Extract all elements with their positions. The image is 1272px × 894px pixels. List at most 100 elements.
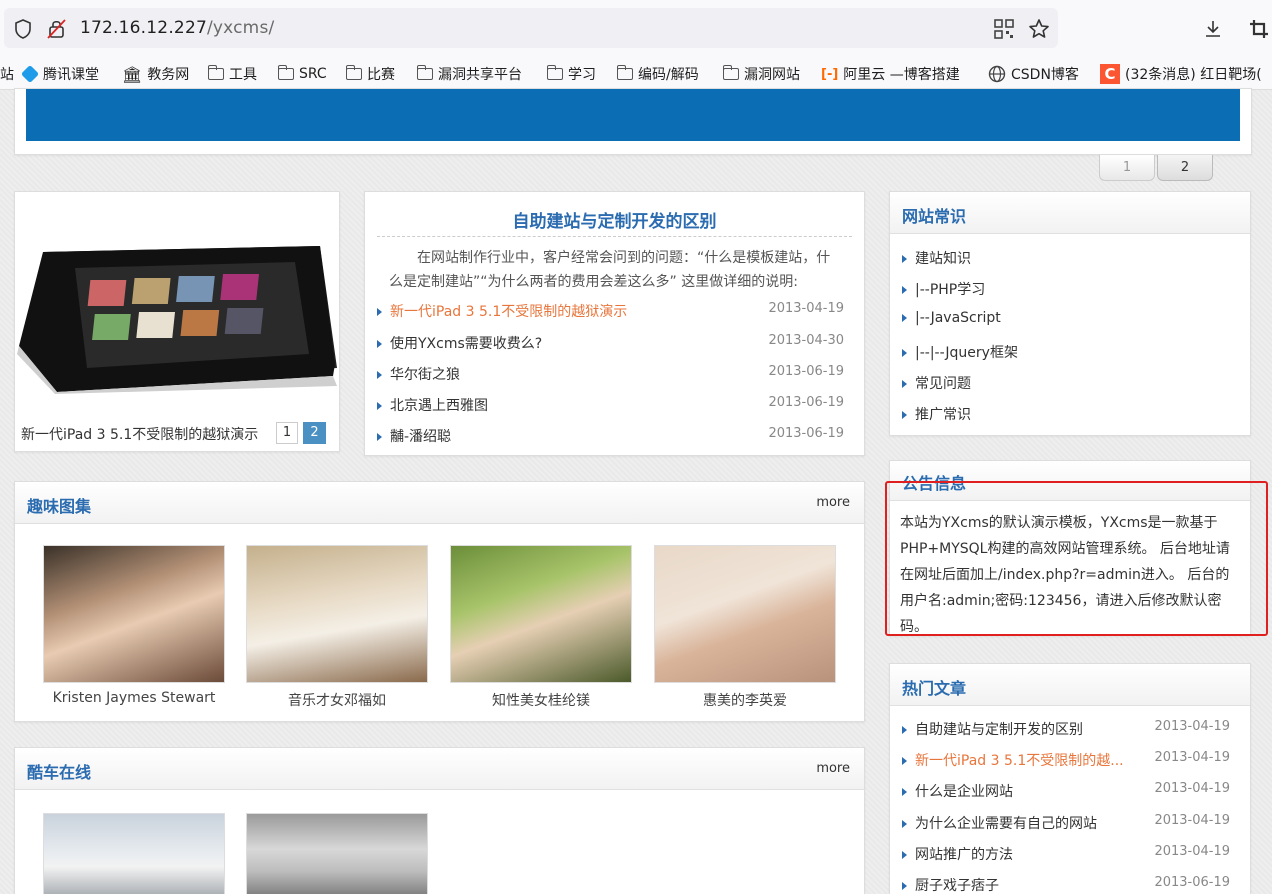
crop-icon[interactable]	[1248, 18, 1270, 40]
bookmark-item[interactable]: CSDN博客	[988, 62, 1079, 86]
list-item[interactable]: 华尔街之狼 2013-06-19	[377, 364, 850, 384]
bookmark-folder[interactable]: 编码/解码	[616, 62, 699, 86]
item-title: |--PHP学习	[915, 282, 986, 298]
folder-icon	[277, 65, 294, 80]
bookmark-star-icon[interactable]	[1028, 18, 1050, 40]
url-path: /yxcms/	[206, 18, 275, 38]
category-item[interactable]: |--|--Jquery框架	[902, 342, 1236, 362]
bookmark-label: 漏洞共享平台	[438, 67, 522, 83]
gallery-caption[interactable]: 知性美女桂纶镁	[450, 690, 632, 710]
bookmark-label: CSDN博客	[1011, 67, 1079, 83]
bookmark-folder[interactable]: 比赛	[345, 62, 395, 86]
cars-more-link[interactable]: more	[816, 761, 850, 776]
slider-page-1[interactable]: 1	[276, 422, 298, 444]
bookmark-label: 编码/解码	[638, 67, 699, 83]
bullet-icon	[902, 820, 907, 828]
bookmark-item[interactable]: [-] 阿里云 —博客搭建	[821, 62, 960, 86]
category-item[interactable]: |--PHP学习	[902, 279, 1236, 299]
bookmarks-bar: 站 腾讯课堂 🏛 教务网 工具 SRC 比赛 漏洞共享平台 学习 编码/解码 漏洞…	[0, 58, 1272, 90]
bookmark-label: (32条消息) 红日靶场(	[1125, 67, 1262, 83]
list-item[interactable]: 什么是企业网站 2013-04-19	[902, 781, 1236, 801]
car-photo[interactable]	[43, 813, 225, 894]
featured-title[interactable]: 自助建站与定制开发的区别	[365, 207, 864, 232]
divider	[377, 236, 852, 237]
list-item[interactable]: 自助建站与定制开发的区别 2013-04-19	[902, 719, 1236, 739]
bookmark-folder[interactable]: 工具	[207, 62, 257, 86]
globe-icon	[988, 65, 1006, 83]
bookmark-label: 阿里云 —博客搭建	[843, 67, 960, 83]
item-date: 2013-04-19	[1154, 844, 1230, 859]
list-item[interactable]: 厨子戏子痞子 2013-06-19	[902, 875, 1236, 894]
item-title: 黼-潘绍聪	[390, 429, 452, 445]
hot-panel: 热门文章 自助建站与定制开发的区别 2013-04-19 新一代iPad 3 5.…	[889, 663, 1251, 894]
bullet-icon	[377, 340, 382, 348]
banner-page-1[interactable]: 1	[1099, 155, 1155, 181]
bookmark-item[interactable]: 腾讯课堂	[20, 62, 99, 86]
url-text[interactable]: 172.16.12.227/yxcms/	[80, 18, 274, 38]
gallery-more-link[interactable]: more	[816, 495, 850, 510]
folder-icon	[207, 65, 224, 80]
bullet-icon	[902, 314, 907, 322]
cars-header: 酷车在线 more	[15, 748, 864, 790]
item-title: 新一代iPad 3 5.1不受限制的越狱演示	[390, 304, 628, 320]
list-item[interactable]: 北京遇上西雅图 2013-06-19	[377, 395, 850, 415]
bullet-icon	[902, 411, 907, 419]
folder-icon	[416, 65, 433, 80]
bullet-icon	[902, 726, 907, 734]
gallery-caption[interactable]: 音乐才女邓福如	[246, 690, 428, 710]
list-item[interactable]: 为什么企业需要有自己的网站 2013-04-19	[902, 813, 1236, 833]
bullet-icon	[902, 255, 907, 263]
category-item[interactable]: 建站知识	[902, 248, 1236, 268]
list-item[interactable]: 新一代iPad 3 5.1不受限制的越... 2013-04-19	[902, 750, 1236, 770]
bookmark-label: 工具	[229, 67, 257, 83]
category-item[interactable]: |--JavaScript	[902, 310, 1236, 330]
qr-code-icon[interactable]	[994, 19, 1014, 39]
gallery-photo[interactable]	[654, 545, 836, 683]
list-item[interactable]: 黼-潘绍聪 2013-06-19	[377, 426, 850, 446]
browser-toolbar: 172.16.12.227/yxcms/	[0, 0, 1272, 58]
car-photo[interactable]	[246, 813, 428, 894]
item-title: 什么是企业网站	[915, 784, 1013, 800]
bookmark-label: SRC	[299, 66, 327, 82]
bookmark-label: 比赛	[367, 67, 395, 83]
banner-page-2[interactable]: 2	[1157, 155, 1213, 181]
shield-icon[interactable]	[14, 19, 32, 39]
item-title: 使用YXcms需要收费么?	[390, 336, 543, 352]
category-item[interactable]: 推广常识	[902, 404, 1236, 424]
gallery-title[interactable]: 趣味图集	[27, 493, 91, 517]
insecure-lock-icon[interactable]	[47, 18, 67, 40]
hot-title[interactable]: 热门文章	[902, 675, 966, 699]
bookmark-folder[interactable]: 漏洞共享平台	[416, 62, 522, 86]
bookmark-item[interactable]: 🏛 教务网	[122, 62, 189, 86]
category-item[interactable]: 常见问题	[902, 373, 1236, 393]
bookmark-folder[interactable]: 学习	[546, 62, 596, 86]
bullet-icon	[902, 380, 907, 388]
knowledge-title[interactable]: 网站常识	[902, 203, 966, 227]
list-item[interactable]: 网站推广的方法 2013-04-19	[902, 844, 1236, 864]
gallery-photo[interactable]	[43, 545, 225, 683]
bullet-icon	[902, 349, 907, 357]
knowledge-panel: 网站常识 建站知识 |--PHP学习 |--JavaScript |--|--J…	[889, 191, 1251, 436]
item-date: 2013-06-19	[768, 364, 844, 379]
gallery-photo[interactable]	[246, 545, 428, 683]
bookmark-item[interactable]: 站	[0, 62, 14, 86]
csdn-icon: C	[1100, 64, 1120, 84]
list-item[interactable]: 使用YXcms需要收费么? 2013-04-30	[377, 333, 850, 353]
bookmark-item[interactable]: C (32条消息) 红日靶场(	[1100, 62, 1262, 86]
banner-panel	[14, 88, 1252, 155]
featured-summary: 在网站制作行业中，客户经常会问到的问题：“什么是模板建站，什么是定制建站”“为什…	[389, 250, 831, 290]
bookmark-folder[interactable]: SRC	[277, 62, 327, 86]
bookmark-folder[interactable]: 漏洞网站	[722, 62, 800, 86]
slider-caption[interactable]: 新一代iPad 3 5.1不受限制的越狱演示	[21, 424, 277, 444]
tencent-class-icon	[20, 64, 40, 84]
item-date: 2013-04-19	[1154, 719, 1230, 734]
bookmark-label: 学习	[568, 67, 596, 83]
slider-page-2[interactable]: 2	[303, 422, 326, 444]
cars-title[interactable]: 酷车在线	[27, 759, 91, 783]
tablet-image[interactable]	[15, 236, 339, 396]
download-icon[interactable]	[1202, 18, 1224, 40]
list-item[interactable]: 新一代iPad 3 5.1不受限制的越狱演示 2013-04-19	[377, 301, 850, 321]
gallery-caption[interactable]: 惠美的李英爱	[654, 690, 836, 710]
gallery-photo[interactable]	[450, 545, 632, 683]
gallery-caption[interactable]: Kristen Jaymes Stewart	[43, 690, 225, 706]
